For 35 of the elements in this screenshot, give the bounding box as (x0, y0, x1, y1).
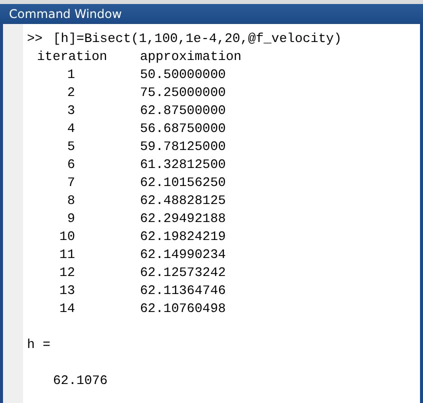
table-cell-text: 6 (66, 156, 75, 174)
table-cell: 62.14990234 (140, 246, 226, 264)
table-cell-text: 12 (58, 264, 75, 282)
prompt: >> (27, 30, 44, 48)
command-text: [h]=Bisect(1,100,1e-4,20,@f_velocity) (53, 30, 342, 48)
table-cell-text: 8 (66, 192, 75, 210)
result-label: h = (27, 336, 50, 354)
table-cell-text: 10 (58, 228, 75, 246)
table-cell: 62.48828125 (140, 192, 226, 210)
column-header: iteration (37, 48, 108, 66)
table-cell-text: 5 (66, 138, 75, 156)
table-cell-text: 1 (66, 66, 75, 84)
table-cell-text: 7 (66, 174, 75, 192)
table-cell: 59.78125000 (140, 138, 226, 156)
table-cell-text: 3 (66, 102, 75, 120)
table-cell: 62.11364746 (140, 282, 226, 300)
table-cell: 75.25000000 (140, 84, 226, 102)
table-cell: 62.10156250 (140, 174, 226, 192)
table-cell: 61.32812500 (140, 156, 226, 174)
table-cell: 62.12573242 (140, 264, 226, 282)
table-cell-text: 11 (58, 246, 75, 264)
table-cell: 56.68750000 (140, 120, 226, 138)
table-cell-text: 14 (58, 300, 75, 318)
table-cell: 62.19824219 (140, 228, 226, 246)
table-cell: 62.29492188 (140, 210, 226, 228)
table-cell: 50.50000000 (140, 66, 226, 84)
table-cell-text: 13 (58, 282, 75, 300)
table-cell-text: 2 (66, 84, 75, 102)
table-cell-text: 9 (66, 210, 75, 228)
table-cell-text: 4 (66, 120, 75, 138)
result-value: 62.1076 (53, 372, 108, 390)
table-cell: 62.87500000 (140, 102, 226, 120)
column-header: approximation (140, 48, 242, 66)
table-cell: 62.10760498 (140, 300, 226, 318)
window-title: Command Window (0, 4, 423, 24)
